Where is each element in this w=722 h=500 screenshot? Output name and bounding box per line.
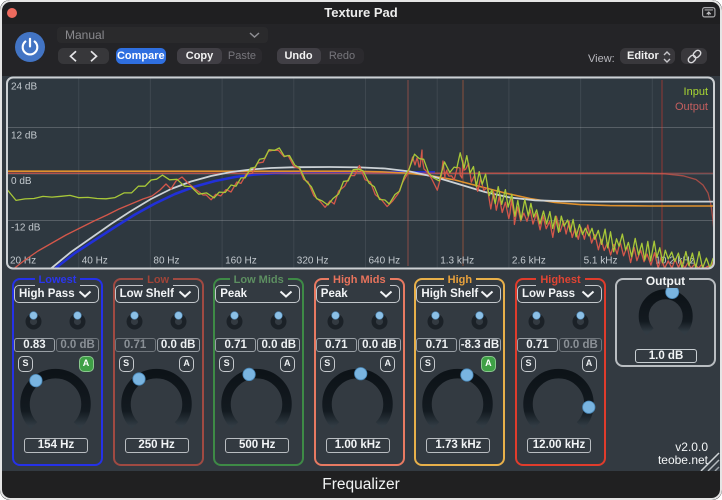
svg-text:24 dB: 24 dB — [11, 82, 37, 93]
svg-text:80 Hz: 80 Hz — [153, 256, 179, 267]
svg-text:5.1 kHz: 5.1 kHz — [584, 256, 618, 267]
svg-text:-12 dB: -12 dB — [11, 223, 41, 234]
svg-text:2.6 kHz: 2.6 kHz — [512, 256, 546, 267]
svg-text:640 Hz: 640 Hz — [369, 256, 401, 267]
svg-text:1.3 kHz: 1.3 kHz — [440, 256, 474, 267]
svg-text:0 dB: 0 dB — [11, 176, 32, 187]
svg-text:160 Hz: 160 Hz — [225, 256, 257, 267]
svg-text:320 Hz: 320 Hz — [297, 256, 329, 267]
svg-text:Input: Input — [684, 86, 708, 98]
svg-text:40 Hz: 40 Hz — [82, 256, 108, 267]
svg-text:Output: Output — [675, 101, 708, 113]
svg-text:12 dB: 12 dB — [11, 131, 37, 142]
